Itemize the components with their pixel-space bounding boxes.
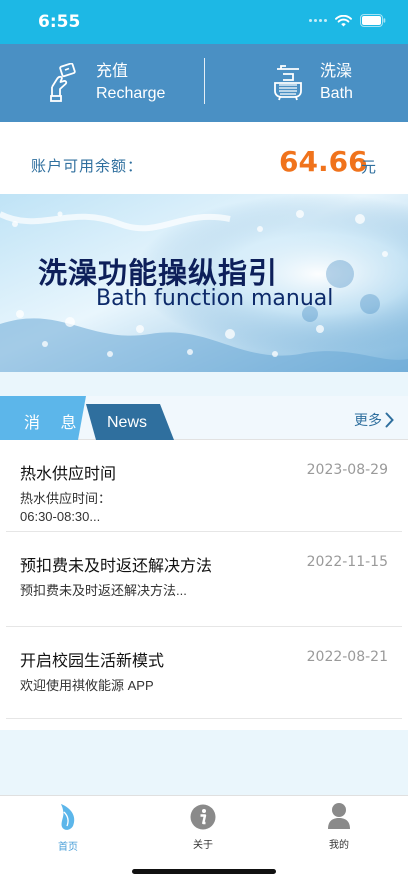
list-item[interactable]: 开启校园生活新模式 2022-08-21 欢迎使用祺攸能源 APP [6, 627, 402, 719]
bath-button[interactable]: 洗澡 Bath [272, 44, 353, 122]
signal-icon [309, 19, 327, 22]
news-date: 2023-08-29 [306, 462, 388, 478]
action-divider [204, 58, 205, 104]
list-item[interactable]: 预扣费未及时返还解决方法 2022-11-15 预扣费未及时返还解决方法... [6, 532, 402, 627]
tab-mine[interactable]: 我的 [299, 802, 379, 854]
chevron-right-icon [385, 412, 394, 428]
news-summary-line: 06:30-08:30... [20, 509, 101, 524]
news-tab-label-en: News [107, 414, 148, 431]
banner[interactable]: 洗澡功能操纵指引 Bath function manual [0, 194, 408, 372]
bathtub-icon [274, 65, 302, 101]
news-summary: 欢迎使用祺攸能源 APP [20, 677, 320, 695]
news-section: 消 息 News 更多 热水供应时间 2023-08-29 热水供应时间： 06… [0, 396, 408, 730]
bath-text: 洗澡 Bath [320, 61, 353, 105]
news-summary-line: 热水供应时间： [20, 491, 112, 506]
status-time: 6:55 [38, 12, 81, 32]
home-leaf-icon [61, 804, 75, 830]
bath-label-cn: 洗澡 [320, 63, 353, 80]
recharge-button[interactable]: 充值 Recharge [48, 44, 165, 122]
balance-amount: 64.66 [279, 145, 368, 178]
more-label: 更多 [354, 412, 382, 428]
tab-mine-label: 我的 [329, 840, 349, 851]
status-bar: 6:55 [0, 0, 408, 44]
balance-unit: 元 [361, 159, 377, 176]
action-bar: 充值 Recharge 洗澡 Bath [0, 44, 408, 122]
news-summary: 热水供应时间： 06:30-08:30... [20, 490, 320, 526]
info-icon [190, 804, 216, 830]
tab-home[interactable]: 首页 [28, 802, 108, 854]
banner-subtitle: Bath function manual [96, 286, 334, 311]
news-tab-label-cn: 消 息 [24, 415, 85, 432]
recharge-text: 充值 Recharge [96, 61, 165, 105]
news-date: 2022-08-21 [306, 649, 388, 665]
news-title: 开启校园生活新模式 [20, 653, 165, 670]
news-summary-line: 预扣费未及时返还解决方法... [20, 583, 187, 598]
news-date: 2022-11-15 [306, 554, 388, 570]
news-title: 热水供应时间 [20, 466, 117, 483]
news-title: 预扣费未及时返还解决方法 [20, 558, 213, 575]
recharge-label-en: Recharge [96, 85, 166, 102]
list-item[interactable]: 热水供应时间 2023-08-29 热水供应时间： 06:30-08:30... [6, 440, 402, 532]
battery-icon [360, 14, 386, 27]
recharge-label-cn: 充值 [96, 63, 129, 80]
hand-card-icon [50, 63, 76, 102]
tab-about[interactable]: 关于 [163, 802, 243, 854]
tab-home-label: 首页 [58, 842, 78, 853]
status-icons [309, 14, 386, 27]
home-indicator [132, 869, 276, 874]
wifi-icon [335, 14, 352, 26]
tab-about-label: 关于 [193, 840, 213, 851]
balance-row: 账户可用余额： 64.66 元 [0, 122, 408, 194]
bath-label-en: Bath [320, 85, 353, 102]
news-summary: 预扣费未及时返还解决方法... [20, 582, 320, 600]
person-icon [328, 803, 350, 829]
news-header: 消 息 News 更多 [0, 396, 408, 440]
more-link[interactable]: 更多 [354, 410, 394, 430]
news-summary-line: 欢迎使用祺攸能源 APP [20, 678, 154, 693]
balance-label: 账户可用余额： [31, 158, 144, 175]
